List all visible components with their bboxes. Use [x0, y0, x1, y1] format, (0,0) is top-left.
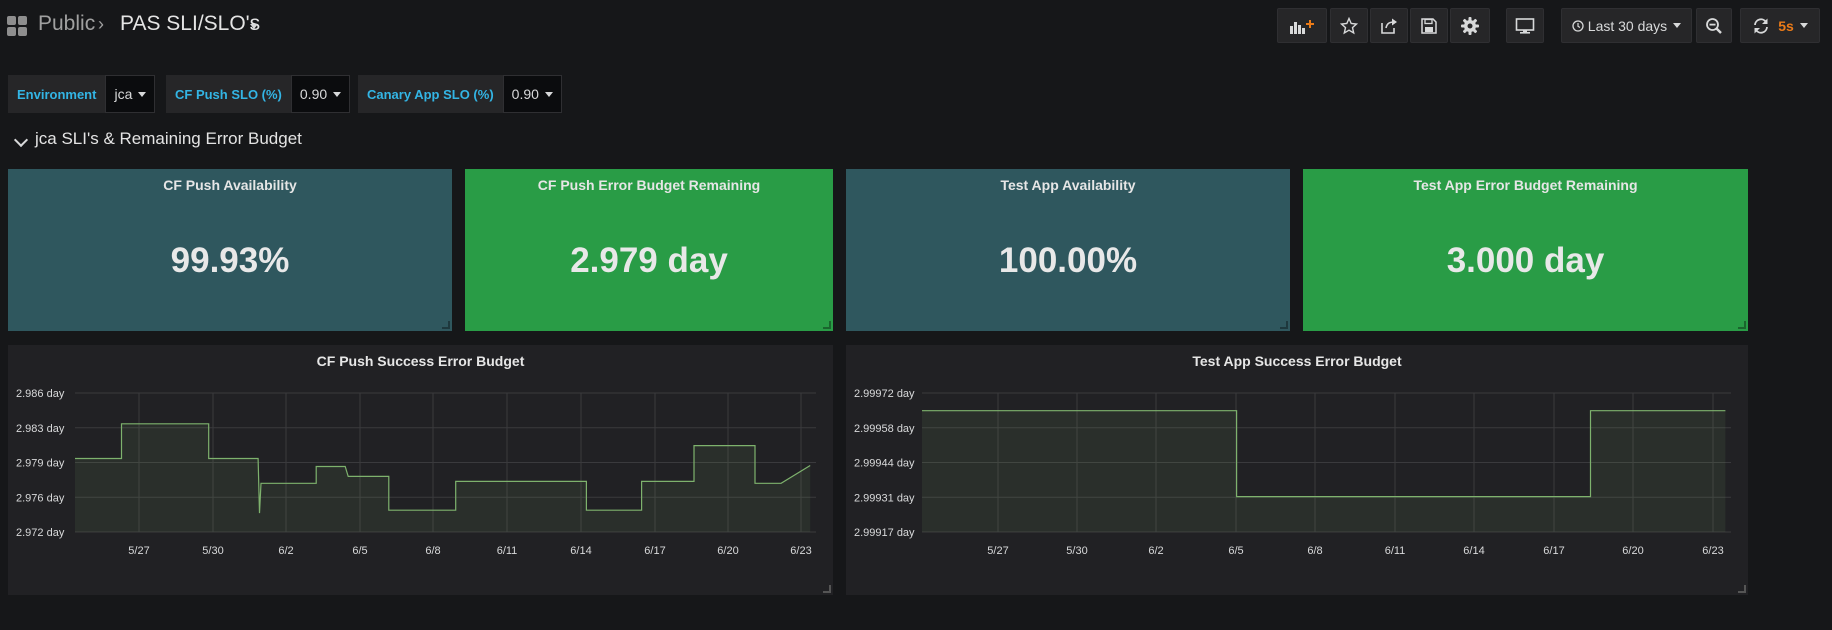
stat-value: 100.00%: [998, 241, 1138, 280]
variable-cf-push-slo: CF Push SLO (%) 0.90: [166, 75, 351, 113]
stat-panel-cf-push-error-budget[interactable]: CF Push Error Budget Remaining 2.979 day: [465, 169, 833, 331]
panel-resize-handle[interactable]: [1738, 321, 1746, 329]
refresh-button[interactable]: 5s: [1740, 8, 1820, 43]
zoom-out-button[interactable]: [1696, 8, 1732, 43]
save-icon: [1421, 17, 1437, 34]
refresh-icon: [1754, 17, 1769, 34]
variable-canary-app-slo: Canary App SLO (%) 0.90: [358, 75, 562, 113]
panel-title[interactable]: Test App Error Budget Remaining: [1303, 177, 1748, 193]
star-icon: [1340, 16, 1358, 34]
x-tick-label: 6/14: [570, 545, 591, 557]
share-icon: [1381, 18, 1397, 34]
variable-value: jca: [114, 86, 133, 102]
tv-mode-icon: [1515, 17, 1535, 34]
x-tick-label: 6/17: [644, 545, 665, 557]
variable-value: 0.90: [511, 86, 539, 102]
star-button[interactable]: [1330, 8, 1368, 43]
panel-title[interactable]: CF Push Error Budget Remaining: [465, 177, 833, 193]
settings-button[interactable]: [1450, 8, 1490, 43]
environment-select[interactable]: jca: [105, 75, 156, 113]
series-area: [922, 410, 1726, 532]
breadcrumb-separator: ›: [98, 14, 104, 34]
stat-value: 2.979 day: [570, 241, 728, 280]
y-tick-label: 2.986 day: [16, 388, 65, 400]
panel-resize-handle[interactable]: [1280, 321, 1288, 329]
row-collapse-chevron-icon[interactable]: [13, 132, 29, 148]
series-area: [75, 423, 811, 532]
variable-label: CF Push SLO (%): [166, 75, 291, 113]
x-tick-label: 6/11: [1385, 545, 1406, 557]
dashboard-title[interactable]: PAS SLI/SLO's: [120, 12, 260, 36]
panel-resize-handle[interactable]: [442, 321, 450, 329]
variable-label: Canary App SLO (%): [358, 75, 503, 113]
x-tick-label: 6/5: [1228, 545, 1243, 557]
chevron-down-icon: [1673, 23, 1682, 28]
x-tick-label: 6/5: [352, 545, 367, 557]
chevron-down-icon: [138, 91, 147, 97]
panel-resize-handle[interactable]: [823, 585, 831, 593]
panel-resize-handle[interactable]: [823, 321, 831, 329]
panel-resize-handle[interactable]: [1738, 585, 1746, 593]
x-tick-label: 6/20: [717, 545, 738, 557]
gear-icon: [1461, 16, 1479, 35]
x-tick-label: 6/8: [1307, 545, 1322, 557]
x-tick-label: 6/8: [425, 545, 440, 557]
x-tick-label: 6/2: [278, 545, 293, 557]
clock-icon: [1572, 19, 1584, 32]
tv-mode-button[interactable]: [1506, 8, 1544, 43]
graph-panel-test-app-error-budget[interactable]: Test App Success Error Budget 2.99972 da…: [846, 345, 1748, 595]
save-button[interactable]: [1410, 8, 1448, 43]
y-tick-label: 2.99944 day: [854, 458, 915, 470]
chevron-down-icon[interactable]: [250, 24, 258, 29]
x-tick-label: 6/17: [1543, 545, 1564, 557]
panel-title[interactable]: CF Push Availability: [8, 177, 452, 193]
x-tick-label: 5/27: [128, 545, 149, 557]
y-tick-label: 2.99917 day: [854, 527, 915, 539]
panel-title[interactable]: Test App Availability: [846, 177, 1290, 193]
canary-app-slo-select[interactable]: 0.90: [502, 75, 562, 113]
dashboard-grid-icon[interactable]: [7, 16, 27, 36]
y-tick-label: 2.979 day: [16, 458, 65, 470]
row-title[interactable]: jca SLI's & Remaining Error Budget: [35, 129, 302, 149]
test-app-error-budget-chart[interactable]: 2.99972 day 2.99958 day 2.99944 day 2.99931…: [846, 345, 1748, 595]
x-tick-label: 6/14: [1463, 545, 1484, 557]
time-range-label: Last 30 days: [1587, 17, 1668, 34]
add-panel-button[interactable]: [1277, 8, 1327, 43]
time-range-picker[interactable]: Last 30 days: [1561, 8, 1692, 43]
y-tick-label: 2.99931 day: [854, 492, 915, 504]
graph-panel-cf-push-error-budget[interactable]: CF Push Success Error Budget 2.986 day 2.…: [8, 345, 833, 595]
x-tick-label: 6/11: [497, 545, 518, 557]
x-tick-label: 5/27: [987, 545, 1008, 557]
x-tick-label: 5/30: [1066, 545, 1087, 557]
y-tick-label: 2.976 day: [16, 492, 65, 504]
x-tick-label: 5/30: [202, 545, 223, 557]
share-button[interactable]: [1370, 8, 1408, 43]
cf-push-slo-select[interactable]: 0.90: [290, 75, 351, 113]
stat-value: 99.93%: [170, 241, 290, 280]
chevron-down-icon: [333, 91, 342, 97]
variable-environment: Environment jca: [8, 75, 156, 113]
variable-value: 0.90: [299, 86, 328, 102]
breadcrumb-folder[interactable]: Public: [38, 12, 95, 36]
zoom-out-icon: [1706, 17, 1722, 34]
y-tick-label: 2.983 day: [16, 423, 65, 435]
variable-label: Environment: [8, 75, 106, 113]
stat-value: 3.000 day: [1446, 241, 1605, 280]
y-tick-label: 2.99958 day: [854, 423, 915, 435]
x-tick-label: 6/23: [1702, 545, 1723, 557]
y-tick-label: 2.972 day: [16, 527, 65, 539]
top-navbar: Public › PAS SLI/SLO's Last 30 days 5s: [0, 0, 1832, 52]
x-tick-label: 6/23: [790, 545, 811, 557]
stat-panel-cf-push-availability[interactable]: CF Push Availability 99.93%: [8, 169, 452, 331]
refresh-interval-label: 5s: [1778, 17, 1794, 34]
stat-panel-test-app-error-budget[interactable]: Test App Error Budget Remaining 3.000 da…: [1303, 169, 1748, 331]
stat-panel-test-app-availability[interactable]: Test App Availability 100.00%: [846, 169, 1290, 331]
cf-push-error-budget-chart[interactable]: 2.986 day 2.983 day 2.979 day 2.976 day 2.97…: [8, 345, 833, 595]
y-tick-label: 2.99972 day: [854, 388, 915, 400]
add-panel-icon: [1290, 19, 1314, 34]
x-tick-label: 6/2: [1148, 545, 1163, 557]
chevron-down-icon: [1799, 23, 1808, 28]
chevron-down-icon: [544, 91, 553, 97]
x-tick-label: 6/20: [1622, 545, 1643, 557]
